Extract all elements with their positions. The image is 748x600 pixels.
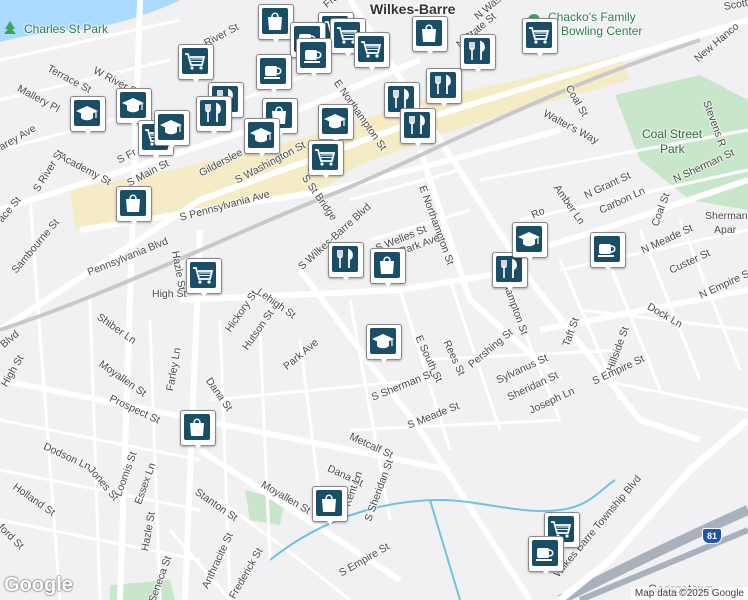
school-icon	[370, 328, 396, 354]
chackos-label-line2: Bowling Center	[561, 24, 643, 38]
cafe-icon	[260, 58, 286, 84]
shopping-marker[interactable]	[370, 248, 406, 292]
grocery-marker[interactable]	[308, 140, 344, 184]
shopping-marker[interactable]	[180, 410, 216, 454]
shopping-icon	[316, 490, 342, 516]
cafe-icon	[300, 42, 326, 68]
grocery-marker[interactable]	[186, 258, 222, 302]
restaurant-marker[interactable]	[426, 68, 462, 112]
shopping-marker[interactable]	[116, 186, 152, 230]
sherman-apts-label-line1: Sherman	[705, 210, 748, 222]
grocery-icon	[312, 144, 338, 170]
township-blvd	[557, 417, 748, 600]
restaurant-icon	[430, 72, 456, 98]
restaurant-marker[interactable]	[400, 108, 436, 152]
map-attribution[interactable]: Map data ©2025 Google	[630, 587, 748, 600]
school-icon	[120, 92, 146, 118]
cafe-marker[interactable]	[256, 54, 292, 98]
grocery-icon	[358, 36, 384, 62]
cafe-marker[interactable]	[296, 38, 332, 82]
school-icon	[158, 114, 184, 140]
restaurant-marker[interactable]	[196, 96, 232, 140]
restaurant-icon	[332, 246, 358, 272]
coal-street-park-label-line2: Park	[660, 142, 685, 156]
creek-2	[429, 499, 461, 600]
shopping-icon	[374, 252, 400, 278]
grocery-icon	[526, 22, 552, 48]
shopping-icon	[416, 20, 442, 46]
cafe-marker[interactable]	[590, 232, 626, 276]
coal-street-park-label-line1: Coal Street	[642, 127, 703, 141]
map-canvas[interactable]: Charles St Park Chacko's Family Bowling …	[0, 0, 748, 600]
school-icon	[516, 226, 542, 252]
city-label: Wilkes-Barre	[370, 1, 456, 17]
shopping-marker[interactable]	[258, 4, 294, 48]
school-marker[interactable]	[244, 118, 280, 162]
grocery-icon	[182, 48, 208, 74]
restaurant-icon	[464, 38, 490, 64]
restaurant-marker[interactable]	[460, 34, 496, 78]
cafe-marker[interactable]	[528, 536, 564, 580]
school-icon	[74, 100, 100, 126]
interstate-shield-icon: 81	[702, 528, 722, 544]
cafe-icon	[594, 236, 620, 262]
grocery-marker[interactable]	[522, 18, 558, 62]
restaurant-icon	[404, 112, 430, 138]
shopping-marker[interactable]	[412, 16, 448, 60]
sherman-apts-label-line2: Apar	[714, 224, 737, 236]
chackos-label-line1: Chacko's Family	[548, 10, 636, 24]
google-logo: Google	[4, 574, 73, 596]
shopping-icon	[120, 190, 146, 216]
charles-st-park-label: Charles St Park	[24, 22, 109, 36]
shopping-icon	[184, 414, 210, 440]
cafe-icon	[532, 540, 558, 566]
school-marker[interactable]	[366, 324, 402, 368]
school-marker[interactable]	[70, 96, 106, 140]
school-marker[interactable]	[512, 222, 548, 266]
grocery-marker[interactable]	[354, 32, 390, 76]
grocery-icon	[190, 262, 216, 288]
restaurant-icon	[200, 100, 226, 126]
park-pin-icon	[4, 21, 16, 34]
shopping-icon	[262, 8, 288, 34]
shopping-marker[interactable]	[312, 486, 348, 530]
school-icon	[248, 122, 274, 148]
restaurant-marker[interactable]	[328, 242, 364, 286]
school-marker[interactable]	[154, 110, 190, 154]
school-icon	[322, 108, 348, 134]
